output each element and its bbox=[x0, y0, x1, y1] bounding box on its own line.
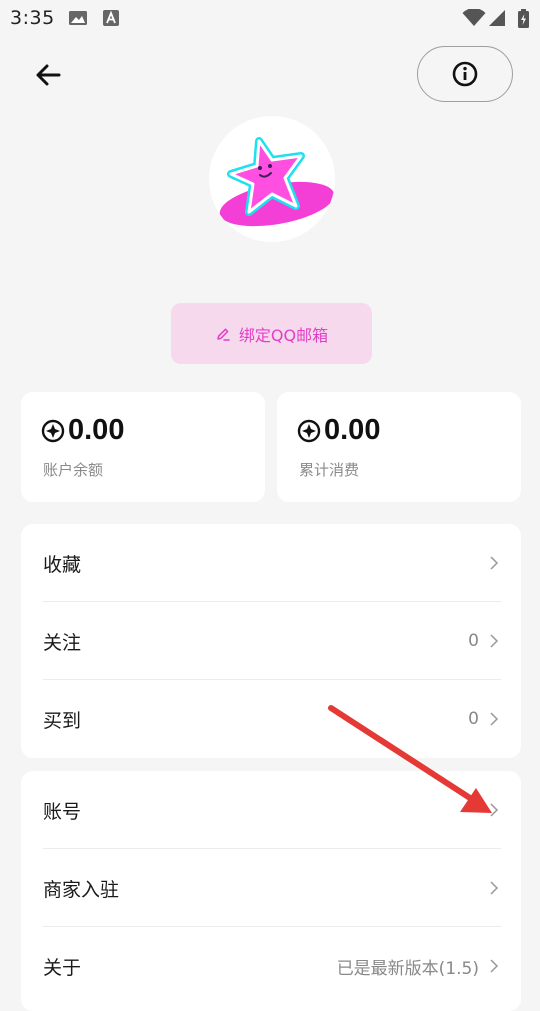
chevron-right-icon bbox=[490, 803, 499, 817]
menu-item-purchased[interactable]: 买到 0 bbox=[21, 680, 521, 758]
menu-item-label: 关注 bbox=[43, 631, 82, 654]
chevron-right-icon bbox=[490, 881, 499, 895]
avatar[interactable] bbox=[209, 116, 335, 242]
menu-item-label: 买到 bbox=[43, 709, 82, 732]
info-button[interactable] bbox=[417, 46, 513, 102]
coin-icon bbox=[41, 419, 65, 442]
star-mascot-icon bbox=[219, 137, 335, 227]
chevron-right-icon bbox=[490, 959, 499, 973]
chevron-right-icon bbox=[490, 634, 499, 648]
menu-item-following[interactable]: 关注 0 bbox=[21, 602, 521, 680]
menu-item-label: 收藏 bbox=[43, 553, 82, 576]
status-time: 3:35 bbox=[10, 7, 55, 29]
account-balance-amount: 0.00 bbox=[68, 414, 125, 446]
menu-item-favorites[interactable]: 收藏 bbox=[21, 524, 521, 602]
status-bar: 3:35 bbox=[0, 0, 540, 36]
font-app-icon bbox=[103, 10, 119, 26]
info-icon bbox=[452, 61, 478, 87]
menu-item-label: 商家入驻 bbox=[43, 878, 120, 901]
battery-icon bbox=[518, 9, 529, 28]
menu-item-label: 关于 bbox=[43, 956, 82, 979]
bind-qq-email-button[interactable]: 绑定QQ邮箱 bbox=[171, 303, 372, 364]
wifi-icon bbox=[462, 9, 486, 26]
account-balance-card[interactable]: 0.00 账户余额 bbox=[21, 392, 265, 502]
chevron-right-icon bbox=[490, 712, 499, 726]
edit-icon bbox=[217, 328, 230, 341]
menu-item-account[interactable]: 账号 bbox=[21, 771, 521, 849]
gallery-icon bbox=[69, 11, 87, 25]
menu-item-value: 0 bbox=[468, 631, 479, 651]
menu-item-label: 账号 bbox=[43, 800, 82, 823]
chevron-right-icon bbox=[490, 556, 499, 570]
account-balance-label: 账户余额 bbox=[43, 461, 104, 479]
menu-item-about[interactable]: 关于 已是最新版本(1.5) bbox=[21, 927, 521, 1005]
total-spent-amount: 0.00 bbox=[324, 414, 381, 446]
back-button[interactable] bbox=[28, 56, 68, 94]
back-arrow-icon bbox=[36, 64, 61, 86]
signal-icon bbox=[489, 10, 505, 26]
menu-item-value: 已是最新版本(1.5) bbox=[336, 958, 479, 979]
bind-email-label: 绑定QQ邮箱 bbox=[238, 325, 329, 345]
menu-group-activity: 收藏 关注 0 买到 0 bbox=[21, 524, 521, 758]
menu-group-settings: 账号 商家入驻 关于 已是最新版本(1.5) bbox=[21, 771, 521, 1011]
total-spent-card[interactable]: 0.00 累计消费 bbox=[277, 392, 521, 502]
menu-item-merchant-join[interactable]: 商家入驻 bbox=[21, 849, 521, 927]
coin-icon bbox=[297, 419, 321, 442]
menu-item-value: 0 bbox=[468, 709, 479, 729]
total-spent-label: 累计消费 bbox=[299, 461, 360, 479]
